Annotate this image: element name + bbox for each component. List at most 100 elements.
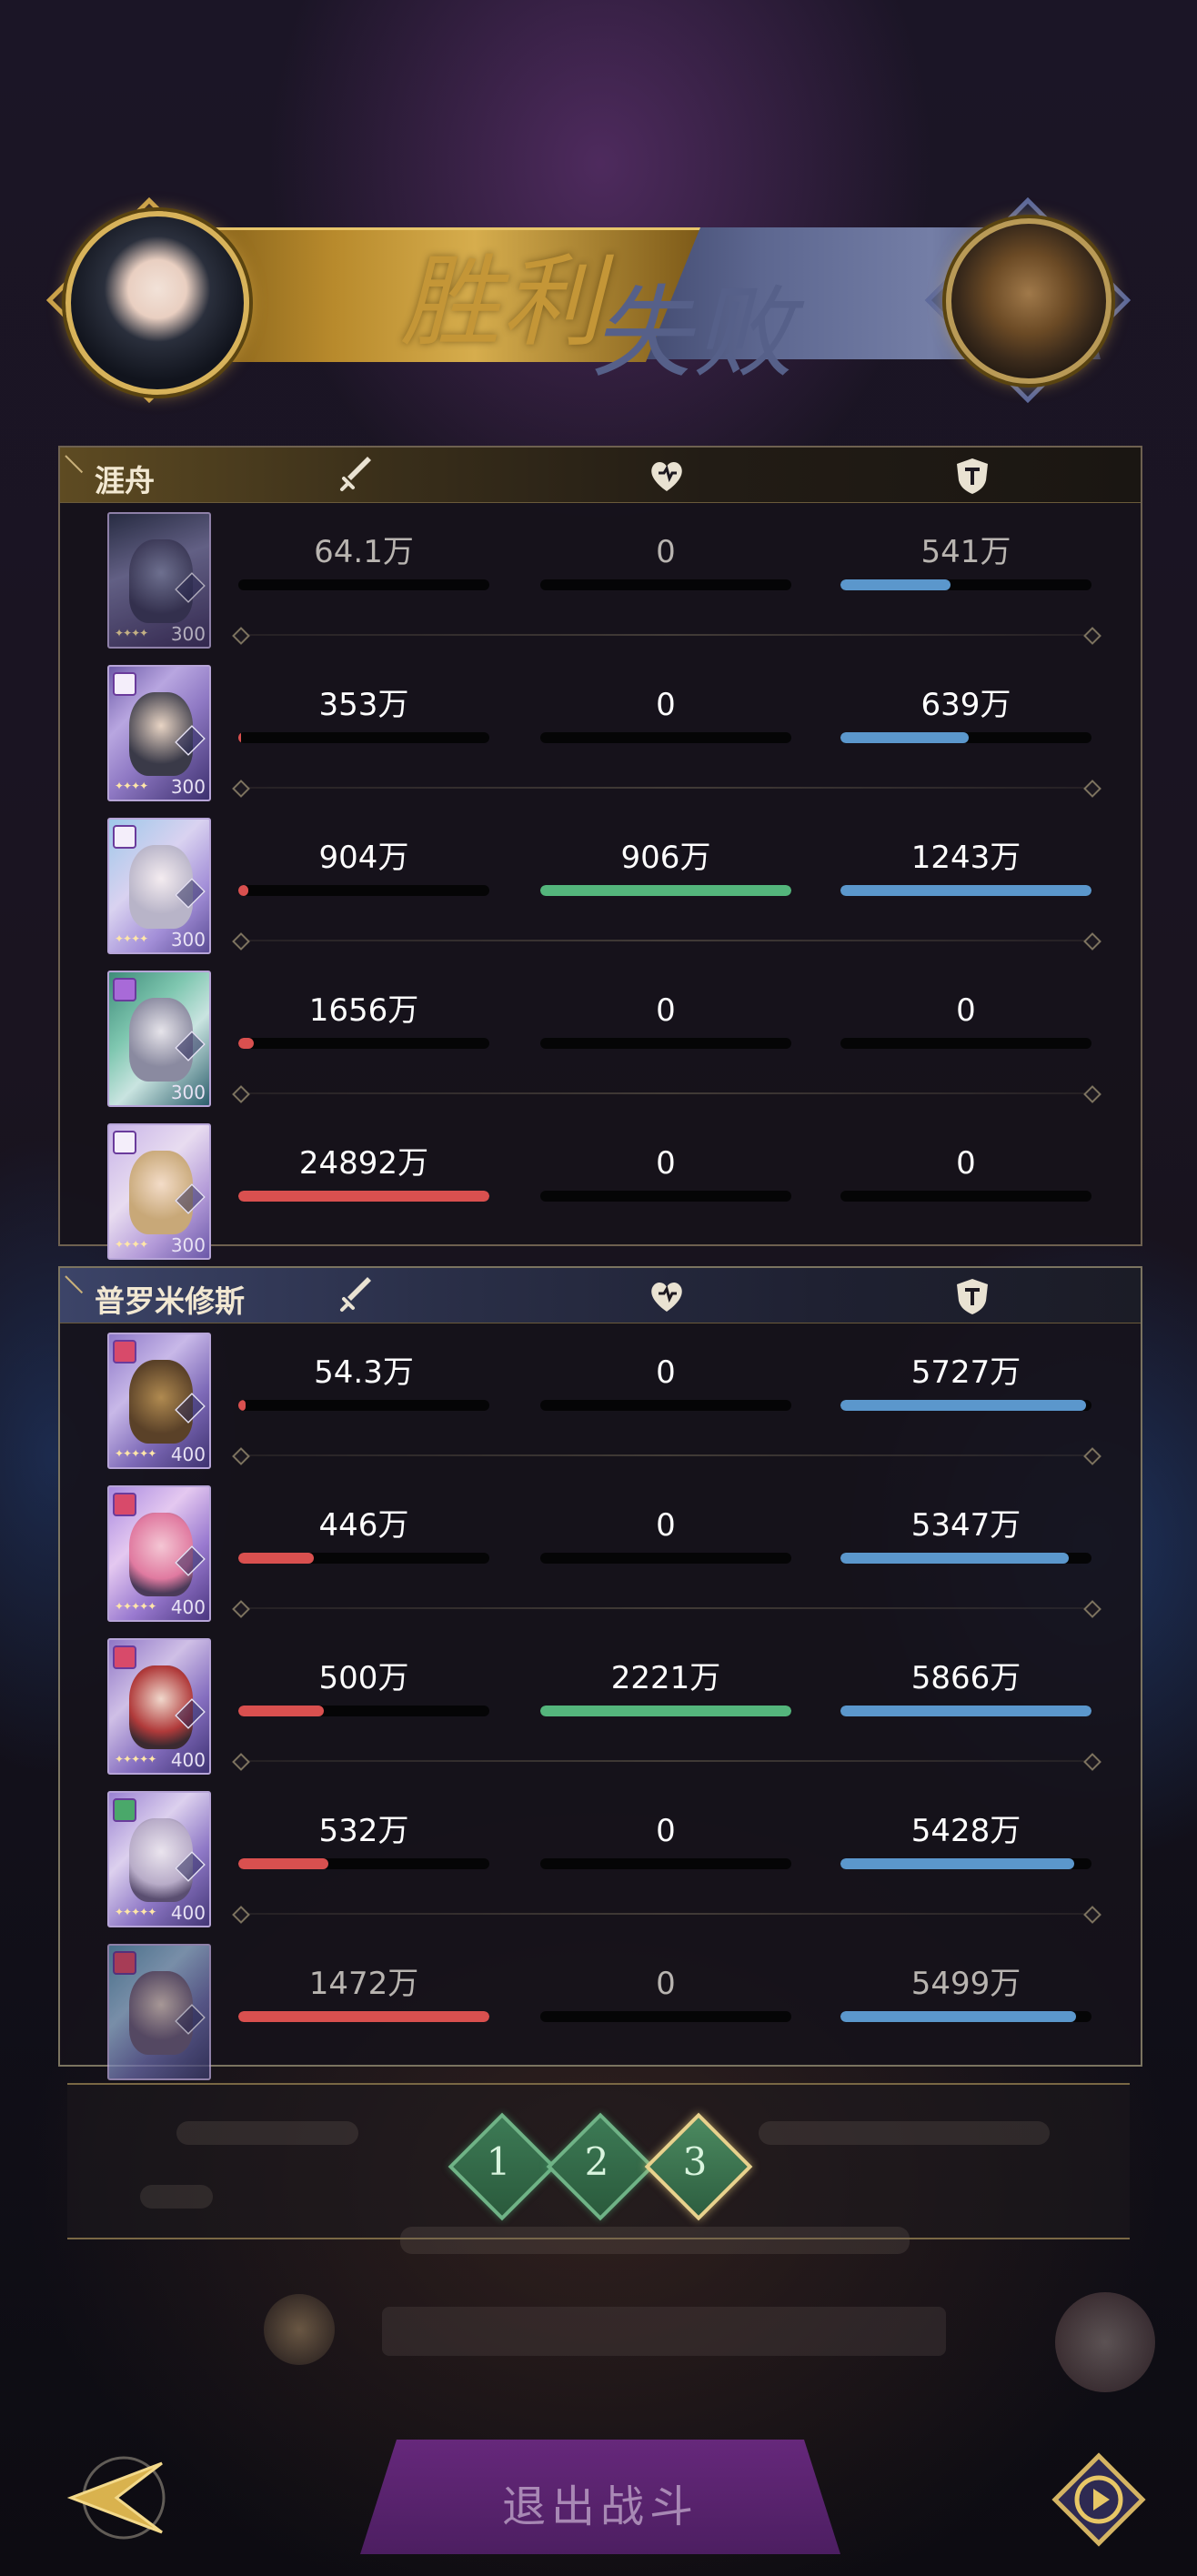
hero-stat-row: ✦✦✦✦✦ 400 532万 0 5428万 <box>60 1782 1141 1935</box>
damage-bar-fill <box>238 1858 329 1869</box>
heal-stat: 0 <box>540 687 791 743</box>
defeat-text: 失败 <box>591 275 795 391</box>
shield-stat: 5866万 <box>840 1660 1091 1716</box>
heal-stat: 0 <box>540 1813 791 1869</box>
team-panel-winner: 涯舟 ✦✦✦✦ 300 64.1万 0 541万 ✦✦✦✦ 300 353万 0… <box>58 446 1142 1260</box>
shield-bar-fill <box>840 1553 1070 1564</box>
blurred-message-bar <box>382 2307 946 2356</box>
shield-bar <box>840 1191 1091 1202</box>
row-divider <box>242 1092 1091 1094</box>
star-rating-icon: ✦✦✦✦ <box>115 932 148 945</box>
replay-icon[interactable] <box>1046 2447 1152 2552</box>
hero-card[interactable]: ✦✦✦✦ 300 <box>107 512 211 649</box>
hero-card[interactable]: ✦✦✦✦ 300 <box>107 665 211 801</box>
shield-bar <box>840 1038 1091 1049</box>
back-arrow-icon[interactable] <box>53 2447 180 2547</box>
shield-bar <box>840 1706 1091 1716</box>
heal-stat: 0 <box>540 534 791 590</box>
hero-card[interactable]: 300 <box>107 971 211 1107</box>
hero-level: 300 <box>170 929 206 951</box>
hero-level: 400 <box>170 1596 206 1618</box>
star-rating-icon: ✦✦✦✦ <box>115 1238 148 1251</box>
shield-bar-fill <box>840 579 951 590</box>
heal-bar <box>540 1038 791 1049</box>
heal-value: 0 <box>656 534 676 570</box>
winner-avatar[interactable] <box>65 211 249 395</box>
shield-bar-fill <box>840 1400 1087 1411</box>
star-rating-icon: ✦✦✦✦ <box>115 627 148 639</box>
shield-bar <box>840 2011 1091 2022</box>
hero-stat-row: ✦✦✦✦ 300 353万 0 639万 <box>60 656 1141 809</box>
star-rating-icon: ✦✦✦✦✦ <box>115 1600 156 1613</box>
row-divider <box>242 1607 1091 1609</box>
shield-value: 5727万 <box>910 1354 1021 1391</box>
heal-bar-fill <box>540 885 791 896</box>
damage-bar-fill <box>238 885 249 896</box>
damage-bar <box>238 2011 489 2022</box>
heal-value: 0 <box>656 1507 676 1544</box>
exit-battle-label: 退出战斗 <box>501 2481 699 2532</box>
damage-stat: 904万 <box>238 840 489 896</box>
damage-stat: 1656万 <box>238 992 489 1049</box>
row-divider <box>242 1454 1091 1456</box>
heal-bar <box>540 732 791 743</box>
shield-stat: 0 <box>840 992 1091 1049</box>
hero-card[interactable]: ✦✦✦✦✦ 400 <box>107 1333 211 1469</box>
class-badge-icon <box>113 825 136 849</box>
header-corner-ornament <box>60 1268 96 1323</box>
shield-stat: 5347万 <box>840 1507 1091 1564</box>
star-rating-icon: ✦✦✦✦✦ <box>115 1906 156 1918</box>
row-divider <box>242 940 1091 941</box>
shield-bar-fill <box>840 1858 1074 1869</box>
shield-value: 541万 <box>920 534 1011 570</box>
damage-value: 904万 <box>318 840 409 876</box>
hero-stat-row: ✦✦✦✦ 300 24892万 0 0 <box>60 1114 1141 1267</box>
loser-avatar[interactable] <box>946 218 1112 384</box>
hero-card[interactable]: ✦✦✦✦ 300 <box>107 818 211 954</box>
damage-bar <box>238 1858 489 1869</box>
damage-value: 64.1万 <box>314 534 414 570</box>
heal-bar <box>540 885 791 896</box>
shield-stat: 0 <box>840 1145 1091 1202</box>
shield-bar-fill <box>840 1706 1091 1716</box>
shield-value: 5499万 <box>910 1966 1021 2002</box>
hero-stats-list: ✦✦✦✦ 300 64.1万 0 541万 ✦✦✦✦ 300 353万 0 63… <box>60 503 1141 1267</box>
hero-card[interactable]: ✦✦✦✦✦ 400 <box>107 1638 211 1775</box>
heart-icon <box>651 1282 682 1312</box>
hero-stats-list: ✦✦✦✦✦ 400 54.3万 0 5727万 ✦✦✦✦✦ 400 446万 0… <box>60 1323 1141 2088</box>
heal-bar <box>540 579 791 590</box>
team-name: 涯舟 <box>95 463 155 498</box>
hero-card[interactable] <box>107 1944 211 2080</box>
shield-stat: 5727万 <box>840 1354 1091 1411</box>
heal-bar <box>540 1191 791 1202</box>
heal-value: 0 <box>656 687 676 723</box>
heal-stat: 0 <box>540 1145 791 1202</box>
damage-bar-fill <box>238 1191 489 1202</box>
shield-stat: 639万 <box>840 687 1091 743</box>
heal-bar-fill <box>540 1706 791 1716</box>
class-badge-icon <box>113 978 136 1001</box>
damage-bar <box>238 1400 489 1411</box>
damage-value: 353万 <box>318 687 409 723</box>
damage-value: 446万 <box>318 1507 409 1544</box>
damage-stat: 64.1万 <box>238 534 489 590</box>
hero-level: 400 <box>170 1444 206 1465</box>
hero-card[interactable]: ✦✦✦✦✦ 400 <box>107 1791 211 1927</box>
shield-bar-fill <box>840 885 1091 896</box>
blurred-avatar-icon <box>1055 2292 1155 2392</box>
damage-stat: 500万 <box>238 1660 489 1716</box>
team-panel-loser: 普罗米修斯 ✦✦✦✦✦ 400 54.3万 0 5727万 ✦✦✦✦✦ 400 … <box>58 1266 1142 2080</box>
hero-level: 300 <box>170 1234 206 1256</box>
damage-stat: 532万 <box>238 1813 489 1869</box>
class-badge-icon <box>113 1951 136 1975</box>
hero-card[interactable]: ✦✦✦✦ 300 <box>107 1123 211 1260</box>
shield-bar <box>840 1858 1091 1869</box>
team-name: 普罗米修斯 <box>95 1283 245 1319</box>
class-badge-icon <box>113 1340 136 1363</box>
shield-bar <box>840 1400 1091 1411</box>
damage-bar-fill <box>238 1553 314 1564</box>
heal-stat: 0 <box>540 992 791 1049</box>
heal-value: 0 <box>656 1813 676 1849</box>
shield-icon <box>957 1279 988 1314</box>
hero-card[interactable]: ✦✦✦✦✦ 400 <box>107 1485 211 1622</box>
